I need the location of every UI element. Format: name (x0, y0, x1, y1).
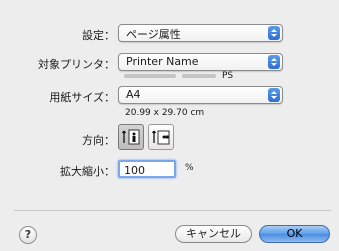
help-button[interactable]: ? (19, 226, 37, 244)
printer-row: 対象プリンタ： Printer Name (0, 53, 339, 73)
settings-popup[interactable]: ページ属性 (118, 24, 283, 42)
printer-sub: PS (222, 71, 234, 81)
scale-value: 100 (124, 164, 145, 177)
scale-input[interactable]: 100 (118, 160, 176, 178)
portrait-orientation-button[interactable] (118, 124, 144, 150)
scale-unit: % (185, 163, 194, 173)
landscape-icon (151, 130, 170, 145)
printer-description-redacted (124, 74, 176, 78)
printer-description-redacted (182, 74, 216, 78)
popup-arrows-icon (268, 55, 280, 69)
paper-label: 用紙サイズ： (49, 91, 115, 104)
divider (14, 210, 331, 211)
paper-popup[interactable]: A4 (118, 86, 283, 104)
scale-label: 拡大縮小： (60, 165, 115, 178)
portrait-icon (121, 129, 140, 145)
cancel-button[interactable]: キャンセル (175, 225, 252, 243)
settings-value: ページ属性 (126, 28, 181, 41)
settings-row: 設定： ページ属性 (0, 24, 339, 44)
paper-row: 用紙サイズ： A4 (0, 86, 339, 106)
orientation-label: 方向： (82, 134, 115, 147)
printer-label: 対象プリンタ： (38, 58, 115, 71)
paper-dimensions: 20.99 x 29.70 cm (125, 108, 205, 118)
landscape-orientation-button[interactable] (148, 124, 174, 150)
printer-value: Printer Name (126, 55, 199, 68)
settings-label: 設定： (82, 29, 115, 42)
popup-arrows-icon (268, 26, 280, 40)
popup-arrows-icon (268, 88, 280, 102)
ok-button[interactable]: OK (259, 225, 330, 243)
printer-popup[interactable]: Printer Name (118, 53, 283, 71)
paper-value: A4 (126, 88, 141, 101)
